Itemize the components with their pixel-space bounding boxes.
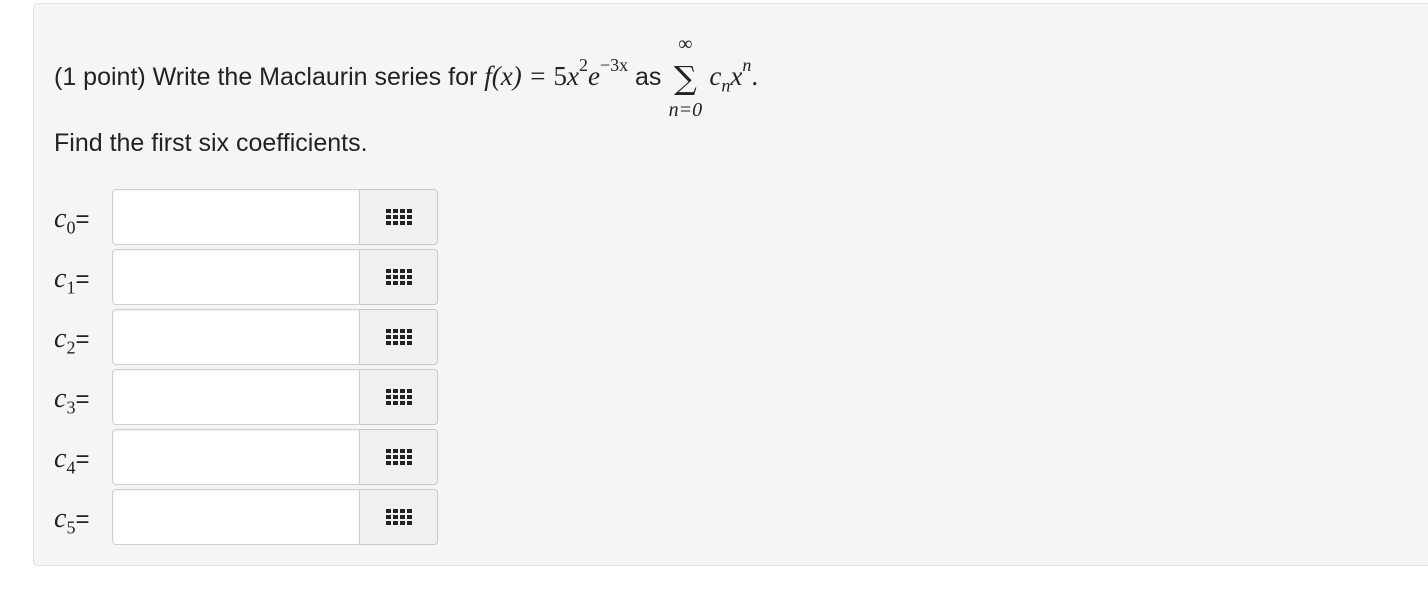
term-c-subscript: n [721, 75, 731, 96]
equals-sign: = [75, 506, 90, 533]
coefficient-input-c3[interactable] [113, 370, 359, 424]
term-x: x [730, 61, 743, 91]
coefficient-input-c4[interactable] [113, 430, 359, 484]
equals-sign: = [75, 266, 90, 293]
equals-sign: = [75, 326, 90, 353]
term-c: c [709, 61, 722, 91]
series-term: cnxn. [709, 55, 759, 95]
equation-editor-button[interactable] [360, 429, 438, 485]
question-prefix: (1 point) Write the Maclaurin series for [54, 63, 478, 91]
coefficient-label: c3= [54, 383, 112, 419]
grid-icon [385, 509, 412, 525]
base-e: e [587, 61, 600, 91]
instruction-text: Find the first six coefficients. [54, 129, 368, 157]
coefficient-input-c2[interactable] [113, 310, 359, 364]
coefficient-label: c1= [54, 263, 112, 299]
coefficient-input-c0[interactable] [113, 190, 359, 244]
coefficient-input-c5[interactable] [113, 490, 359, 544]
coefficient-letter: c [54, 323, 67, 354]
coefficient-letter: c [54, 383, 67, 414]
equals-sign: = [75, 386, 90, 413]
equation-editor-button[interactable] [360, 489, 438, 545]
grid-icon [385, 449, 412, 465]
grid-icon [385, 209, 412, 225]
question-text: (1 point) Write the Maclaurin series for… [54, 34, 759, 120]
sigma-symbol: ∑ [673, 59, 697, 97]
equation-editor-button[interactable] [360, 309, 438, 365]
equals-sign: = [75, 446, 90, 473]
term-x-superscript: n [742, 55, 752, 75]
equation-editor-button[interactable] [360, 369, 438, 425]
exponent-2: −3x [599, 55, 629, 75]
sum-lower-limit: n=0 [668, 99, 703, 121]
coefficient-field[interactable] [112, 489, 360, 545]
coefficient-label: c4= [54, 443, 112, 479]
problem-box: (1 point) Write the Maclaurin series for… [33, 3, 1428, 566]
coefficient-input-c1[interactable] [113, 250, 359, 304]
coefficient-letter: c [54, 203, 67, 234]
function-expression: f(x) = 5x2e−3x [484, 55, 628, 91]
period: . [751, 61, 759, 91]
equation-editor-button[interactable] [360, 189, 438, 245]
equation-editor-button[interactable] [360, 249, 438, 305]
coefficient-letter: c [54, 443, 67, 474]
coefficient-letter: c [54, 263, 67, 294]
coefficient-field[interactable] [112, 429, 360, 485]
grid-icon [385, 269, 412, 285]
coefficient-field[interactable] [112, 189, 360, 245]
coefficient-field[interactable] [112, 309, 360, 365]
exponent-1: 2 [578, 55, 588, 75]
equals-sign: = [75, 206, 90, 233]
coefficient-label: c5= [54, 503, 112, 539]
variable: x [566, 61, 579, 91]
coefficient-field[interactable] [112, 249, 360, 305]
coefficient-label: c2= [54, 323, 112, 359]
grid-icon [385, 329, 412, 345]
grid-icon [385, 389, 412, 405]
function-lhs: f(x) = [484, 61, 554, 91]
coefficient-letter: c [54, 503, 67, 534]
coefficient: 5 [553, 61, 567, 91]
coefficient-field[interactable] [112, 369, 360, 425]
summation: ∞ ∑ n=0 [668, 34, 703, 120]
as-word: as [635, 63, 662, 91]
sum-upper-limit: ∞ [678, 33, 693, 55]
coefficient-label: c0= [54, 203, 112, 239]
